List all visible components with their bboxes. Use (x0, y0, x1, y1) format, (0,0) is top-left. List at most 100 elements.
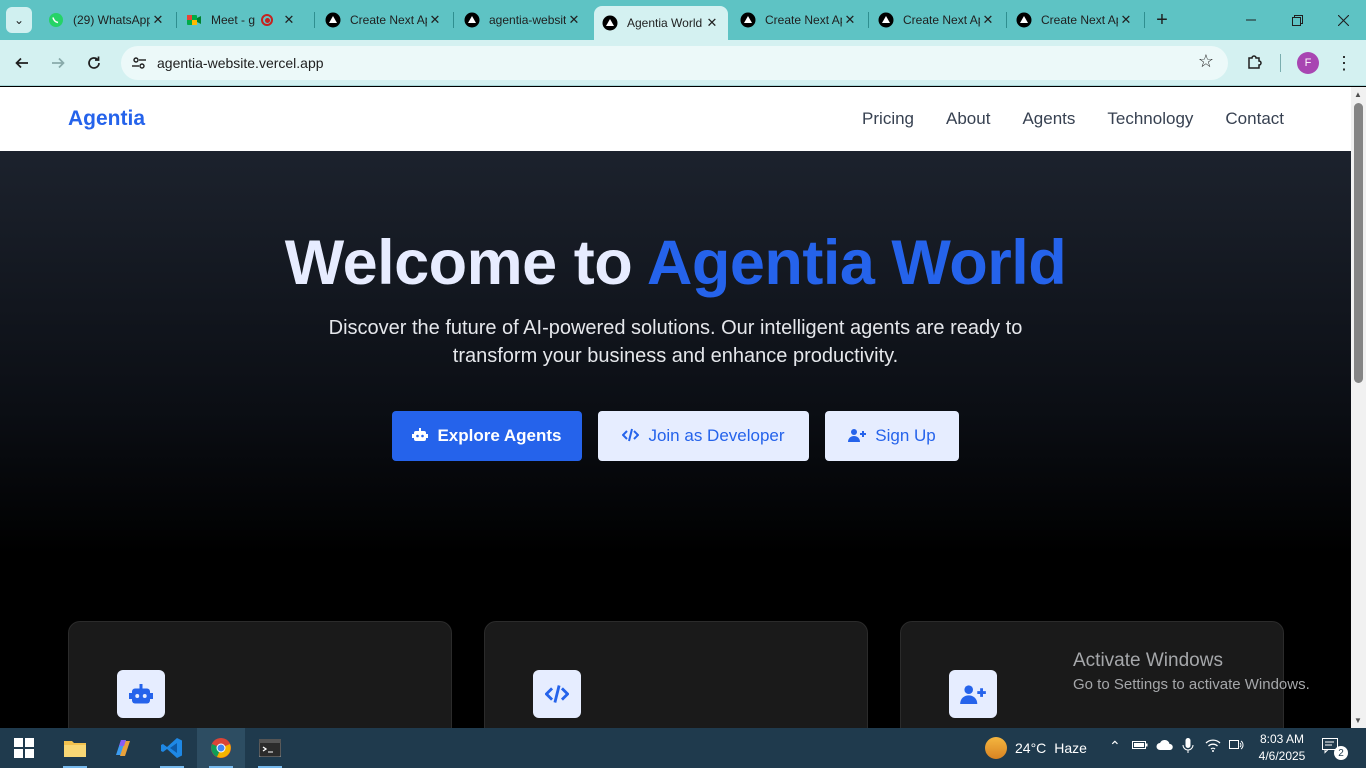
reload-button[interactable] (80, 49, 108, 77)
sign-up-button[interactable]: Sign Up (825, 411, 959, 461)
tab-create-next-app[interactable]: Create Next App ✕ (732, 6, 866, 34)
vscode-icon (161, 738, 182, 758)
plus-icon: + (1156, 8, 1168, 31)
puzzle-icon (1248, 55, 1262, 69)
taskbar-chrome[interactable] (197, 728, 245, 768)
join-developer-label: Join as Developer (648, 426, 785, 445)
tab-title: Agentia World (627, 16, 703, 30)
close-icon[interactable]: ✕ (427, 12, 443, 28)
activate-windows-watermark: Activate Windows Go to Settings to activ… (1073, 650, 1310, 693)
system-clock[interactable]: 8:03 AM 4/6/2025 (1254, 731, 1310, 765)
weather-desc: Haze (1054, 740, 1087, 756)
arrow-right-icon (52, 57, 65, 69)
clock-time: 8:03 AM (1259, 732, 1305, 746)
robot-icon (117, 670, 165, 718)
notification-badge: 2 (1334, 746, 1348, 760)
arrow-left-icon (15, 57, 28, 69)
tab-create-next-app[interactable]: Create Next App ✕ (1008, 6, 1142, 34)
close-icon[interactable]: ✕ (1118, 12, 1134, 28)
tab-search-button[interactable]: ⌄ (6, 7, 32, 33)
join-developer-button[interactable]: Join as Developer (598, 411, 809, 461)
wifi-icon[interactable] (1205, 738, 1221, 755)
restore-icon (1291, 14, 1303, 26)
vercel-triangle-icon (740, 12, 756, 28)
volume-icon[interactable] (1229, 738, 1245, 755)
back-button[interactable] (8, 49, 36, 77)
tab-create-next-app[interactable]: Create Next App ✕ (317, 6, 451, 34)
close-icon[interactable]: ✕ (842, 12, 858, 28)
vercel-triangle-icon (464, 12, 480, 28)
browser-tab-strip: ⌄ (29) WhatsApp ✕ Meet - g ✕ Create Next… (0, 0, 1366, 40)
nav-link-technology[interactable]: Technology (1107, 109, 1193, 129)
close-window-button[interactable] (1320, 0, 1366, 40)
close-icon[interactable]: ✕ (704, 15, 720, 31)
microphone-icon[interactable] (1182, 738, 1194, 757)
close-icon[interactable]: ✕ (150, 12, 166, 28)
windows-logo-icon (14, 738, 34, 758)
close-icon[interactable]: ✕ (980, 12, 996, 28)
hero-section: Welcome to Agentia World Discover the fu… (0, 151, 1351, 728)
more-menu-icon[interactable]: ⋮ (1334, 50, 1354, 76)
tab-whatsapp[interactable]: (29) WhatsApp ✕ (40, 6, 174, 34)
watermark-title: Activate Windows (1073, 650, 1223, 671)
notification-center-button[interactable]: 2 (1322, 738, 1348, 760)
reload-icon (88, 56, 100, 69)
taskbar-terminal[interactable] (246, 728, 294, 768)
nav-link-about[interactable]: About (946, 109, 990, 129)
minimize-button[interactable] (1228, 0, 1274, 40)
nav-link-agents[interactable]: Agents (1022, 109, 1075, 129)
address-bar[interactable]: agentia-website.vercel.app ☆ (121, 46, 1228, 80)
tab-title: Create Next App (350, 13, 427, 27)
chevron-down-icon: ⌄ (13, 13, 25, 27)
weather-temp: 24°C (1015, 740, 1047, 756)
tab-title: Create Next App (765, 13, 842, 27)
extensions-button[interactable] (1242, 49, 1268, 75)
taskbar-file-explorer[interactable] (51, 728, 99, 768)
folder-icon (64, 741, 86, 757)
close-icon[interactable]: ✕ (566, 12, 582, 28)
tab-create-next-app[interactable]: Create Next App ✕ (870, 6, 1004, 34)
tab-divider (868, 12, 869, 28)
hero-title-accent: Agentia World (646, 228, 1067, 298)
tab-divider (1144, 12, 1145, 28)
onedrive-cloud-icon[interactable] (1156, 738, 1174, 754)
site-logo[interactable]: Agentia (68, 107, 145, 131)
weather-widget[interactable]: 24°C Haze (985, 737, 1087, 759)
scroll-thumb[interactable] (1354, 103, 1363, 383)
nav-link-contact[interactable]: Contact (1225, 109, 1284, 129)
chrome-icon (211, 738, 231, 758)
tab-divider (176, 12, 177, 28)
chevron-up-icon[interactable]: ⌃ (1109, 738, 1121, 755)
hero-title: Welcome to Agentia World (0, 227, 1351, 299)
scroll-down-arrow-icon[interactable]: ▼ (1354, 716, 1362, 725)
tab-divider (314, 12, 315, 28)
explore-agents-label: Explore Agents (437, 426, 562, 445)
site-settings-icon[interactable] (129, 53, 149, 73)
battery-icon[interactable] (1132, 738, 1148, 754)
minimize-icon (1246, 19, 1256, 21)
forward-button[interactable] (44, 49, 72, 77)
close-icon[interactable]: ✕ (281, 12, 297, 28)
tab-title: Create Next App (903, 13, 980, 27)
tab-agentia-world[interactable]: Agentia World ✕ (594, 6, 728, 40)
tab-meet[interactable]: Meet - g ✕ (178, 6, 312, 34)
explore-agents-button[interactable]: Explore Agents (392, 411, 582, 461)
profile-avatar[interactable]: F (1297, 52, 1319, 74)
start-button[interactable] (0, 728, 48, 768)
nav-link-pricing[interactable]: Pricing (862, 109, 914, 129)
windows-taskbar: 24°C Haze ⌃ 8:03 AM 4/6/2025 2 (0, 728, 1366, 768)
vercel-triangle-icon (325, 12, 341, 28)
vercel-triangle-icon (878, 12, 894, 28)
new-tab-button[interactable]: + (1150, 7, 1174, 33)
scroll-up-arrow-icon[interactable]: ▲ (1354, 90, 1362, 99)
restore-button[interactable] (1274, 0, 1320, 40)
taskbar-vscode[interactable] (148, 728, 196, 768)
taskbar-copilot[interactable] (99, 728, 147, 768)
browser-toolbar: agentia-website.vercel.app ☆ F ⋮ (0, 40, 1366, 86)
toolbar-divider (1280, 54, 1281, 72)
user-plus-icon (848, 428, 867, 445)
tab-title: (29) WhatsApp (73, 13, 150, 27)
tab-agentia-website[interactable]: agentia-website ✕ (456, 6, 590, 34)
bookmark-star-icon[interactable]: ☆ (1198, 51, 1214, 72)
page-scrollbar[interactable]: ▲ ▼ (1351, 87, 1366, 728)
